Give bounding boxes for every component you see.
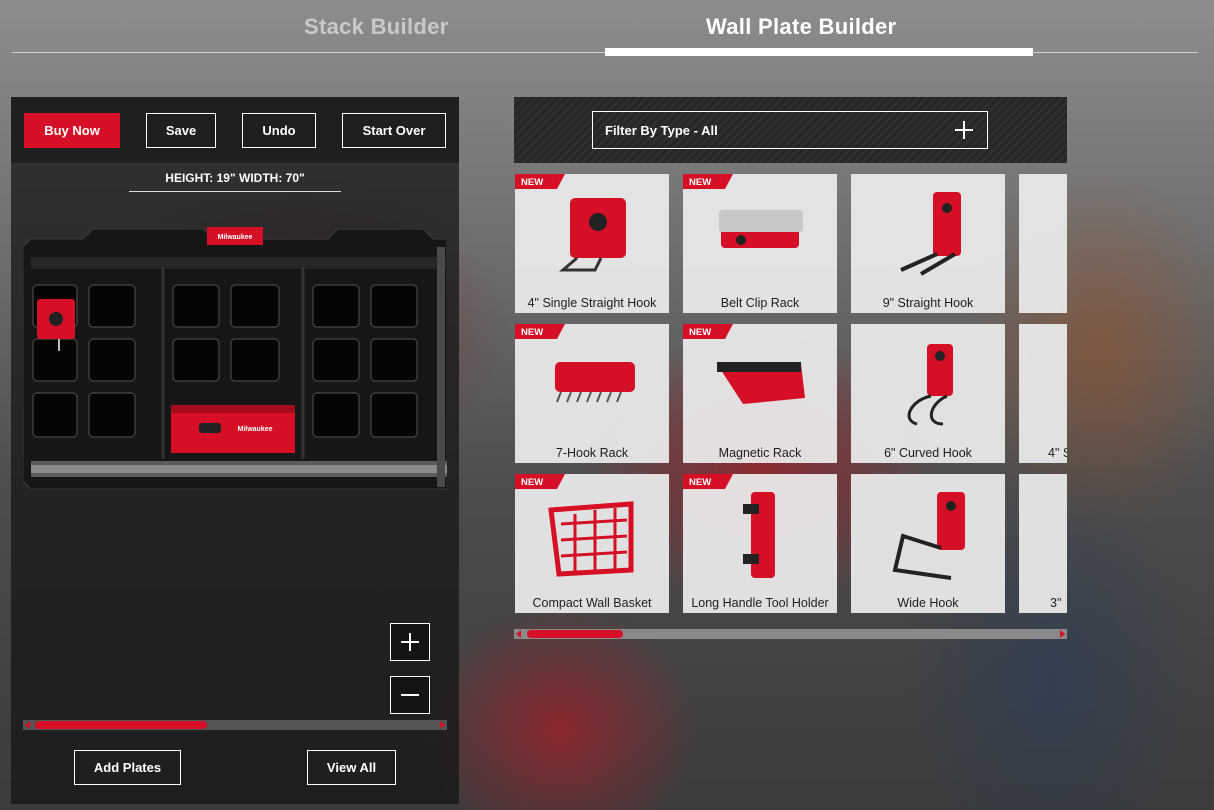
canvas-horizontal-scrollbar[interactable] — [23, 720, 447, 730]
catalog-horizontal-scrollbar[interactable] — [514, 629, 1067, 639]
single-straight-hook-icon — [558, 198, 626, 272]
wall-plate-canvas[interactable]: Milwaukee Milwaukee — [22, 227, 448, 493]
minus-icon — [401, 694, 419, 696]
wall-builder-panel: Buy Now Save Undo Start Over HEIGHT: 19"… — [11, 97, 459, 804]
product-name: Wide Hook — [897, 596, 959, 610]
start-over-button[interactable]: Start Over — [342, 113, 446, 148]
buy-now-button[interactable]: Buy Now — [24, 113, 120, 148]
wide-hook-icon — [892, 492, 965, 580]
expand-plus-icon[interactable] — [955, 121, 973, 139]
product-name: Compact Wall Basket — [532, 596, 652, 610]
active-tab-indicator — [605, 48, 1033, 56]
dimensions-label: HEIGHT: 19" WIDTH: 70" — [129, 171, 341, 192]
product-card[interactable]: NEW Compact Wall Basket — [515, 474, 669, 613]
product-card-partial[interactable]: 3" — [1019, 474, 1067, 613]
seven-hook-rack-icon — [555, 362, 635, 403]
belt-clip-rack-icon — [719, 210, 803, 248]
product-card-partial[interactable]: 4" S — [1019, 324, 1067, 463]
filter-by-type-dropdown[interactable]: Filter By Type - All — [592, 111, 988, 149]
straight-hook-icon — [900, 192, 961, 276]
builder-toolbar: Buy Now Save Undo Start Over — [11, 97, 459, 163]
product-card[interactable]: Wide Hook — [851, 474, 1005, 613]
zoom-in-button[interactable] — [390, 623, 430, 661]
tab-stack-builder[interactable]: Stack Builder — [304, 14, 449, 40]
product-name: 3" — [1050, 596, 1062, 610]
zoom-out-button[interactable] — [390, 676, 430, 714]
product-name: 6" Curved Hook — [884, 446, 972, 460]
svg-text:Milwaukee: Milwaukee — [237, 426, 272, 433]
builder-tabs: Stack Builder Wall Plate Builder — [0, 0, 1214, 60]
svg-text:Milwaukee: Milwaukee — [217, 234, 252, 241]
plus-icon — [401, 633, 419, 651]
product-card[interactable]: NEW 4" Single Straight Hook — [515, 174, 669, 313]
product-card[interactable]: NEW Belt Clip Rack — [683, 174, 837, 313]
wall-plate-image: Milwaukee Milwaukee — [22, 227, 448, 490]
add-plates-button[interactable]: Add Plates — [74, 750, 181, 785]
magnetic-rack-icon — [717, 362, 805, 404]
filter-label: Filter By Type - All — [605, 122, 718, 138]
product-card[interactable]: NEW 7-Hook Rack — [515, 324, 669, 463]
product-name: 4" S — [1048, 446, 1067, 460]
undo-button[interactable]: Undo — [242, 113, 316, 148]
long-handle-holder-icon — [743, 492, 775, 578]
product-name: 7-Hook Rack — [555, 446, 629, 460]
product-name: 9" Straight Hook — [882, 296, 974, 310]
product-card[interactable]: 6" Curved Hook — [851, 324, 1005, 463]
curved-hook-icon — [907, 344, 953, 426]
catalog-toolbar: Filter By Type - All — [514, 97, 1067, 163]
scroll-left-arrow-icon[interactable] — [516, 630, 521, 638]
product-card-partial[interactable] — [1019, 174, 1067, 313]
wall-basket-icon — [548, 501, 634, 577]
scroll-right-arrow-icon[interactable] — [1060, 630, 1065, 638]
product-name: Long Handle Tool Holder — [691, 596, 829, 610]
scrollbar-thumb[interactable] — [35, 721, 207, 729]
product-name: 4" Single Straight Hook — [527, 296, 657, 310]
product-grid: NEW 4" Single Straight Hook NEW Belt Cli… — [514, 174, 1067, 614]
product-card[interactable]: NEW Long Handle Tool Holder — [683, 474, 837, 613]
scroll-left-arrow-icon[interactable] — [25, 721, 30, 729]
view-all-button[interactable]: View All — [307, 750, 396, 785]
scrollbar-thumb[interactable] — [527, 630, 623, 638]
scroll-right-arrow-icon[interactable] — [440, 721, 445, 729]
product-card[interactable]: 9" Straight Hook — [851, 174, 1005, 313]
product-name: Belt Clip Rack — [720, 296, 800, 310]
save-button[interactable]: Save — [146, 113, 216, 148]
product-card[interactable]: NEW Magnetic Rack — [683, 324, 837, 463]
product-name: Magnetic Rack — [718, 446, 802, 460]
tab-wall-plate-builder[interactable]: Wall Plate Builder — [706, 14, 896, 40]
